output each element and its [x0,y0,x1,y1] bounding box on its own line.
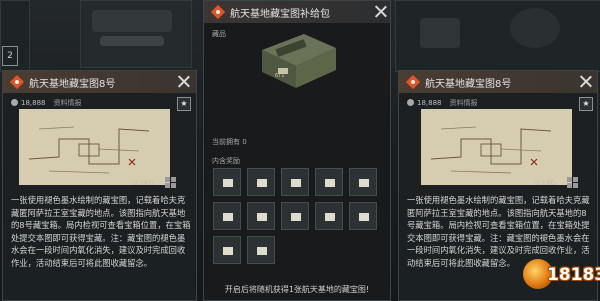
supply-crate-image [262,34,336,88]
treasure-map-image [19,109,170,185]
item-card-left: 航天基地藏宝图8号 18,888 资料情报 ★ 0.1KG 一张使用褪色墨水绘制的… [2,70,197,301]
panel-title: 航天基地藏宝图补给包 [230,9,330,20]
treasure-map-image [421,109,572,185]
reward-slot[interactable] [247,168,275,196]
item-category: 资料情报 [53,99,82,107]
map-paper-icon [223,179,233,187]
coin-icon [407,99,414,106]
map-paper-icon [325,213,335,221]
card-header: 航天基地藏宝图8号 [3,71,196,93]
card-title: 航天基地藏宝图8号 [425,79,512,90]
map-paper-icon [359,179,369,187]
close-icon[interactable] [579,74,593,88]
item-label: 藏品 [212,30,226,38]
value-row: 18,888 资料情报 [407,98,478,108]
background-tool [510,8,560,48]
map-paper-icon [257,213,267,221]
reward-slot[interactable] [349,168,377,196]
item-weight: 0.1KG [535,179,557,187]
reward-slot[interactable] [349,202,377,230]
card-header: 航天基地藏宝图8号 [399,71,597,93]
reward-slot[interactable] [213,168,241,196]
background-tool [420,18,460,48]
grid-size-icon [567,177,578,188]
coin-icon [11,99,18,106]
diamond-icon [211,5,225,19]
panel-header: 航天基地藏宝图补给包 [204,1,390,23]
background-device [100,36,164,46]
contents-label: 内含奖励 [212,157,240,165]
slot-number: 2 [2,46,18,66]
close-icon[interactable] [374,4,388,18]
crate-badge: 6Т1 [275,73,285,79]
item-value: 18,888 [417,99,442,107]
owned-count: 当前拥有 0 [212,138,247,146]
watermark-text: 18183 [547,265,600,285]
item-value: 18,888 [21,99,46,107]
item-description: 一张使用褪色墨水绘制的藏宝图，记载着哈夫克藏匿阿萨拉王室宝藏的地点。该图指向航天… [11,195,191,268]
reward-slot[interactable] [315,202,343,230]
map-paper-icon [325,179,335,187]
grid-size-icon [165,177,176,188]
supply-pack-panel: 航天基地藏宝图补给包 藏品 6Т1 当前拥有 0 内含奖励 开启后将随机获得1张… [203,0,391,301]
reward-slot[interactable] [213,236,241,264]
map-paper-icon [223,213,233,221]
panel-footer-text: 开启后将随机获得1张航天基地的藏宝图! [224,285,370,294]
diamond-icon [10,75,24,89]
favorite-star-button[interactable]: ★ [177,97,191,111]
map-paper-icon [291,179,301,187]
diamond-icon [406,75,420,89]
map-paper-icon [257,247,267,255]
map-paper-icon [257,179,267,187]
map-paper-icon [359,213,369,221]
favorite-star-button[interactable]: ★ [579,97,593,111]
close-icon[interactable] [177,74,191,88]
item-category: 资料情报 [449,99,478,107]
item-weight: 0.1KG [133,179,155,187]
value-row: 18,888 资料情报 [11,98,82,108]
map-paper-icon [291,213,301,221]
reward-slot[interactable] [281,168,309,196]
reward-slot[interactable] [281,202,309,230]
treasure-map-drawing [421,109,572,185]
reward-slot[interactable] [247,202,275,230]
card-title: 航天基地藏宝图8号 [29,79,116,90]
reward-slot[interactable] [247,236,275,264]
site-watermark-logo: 18183 [523,253,600,297]
reward-slot[interactable] [213,202,241,230]
reward-slot[interactable] [315,168,343,196]
treasure-map-drawing [19,109,170,185]
background-device [92,10,172,32]
map-paper-icon [223,247,233,255]
